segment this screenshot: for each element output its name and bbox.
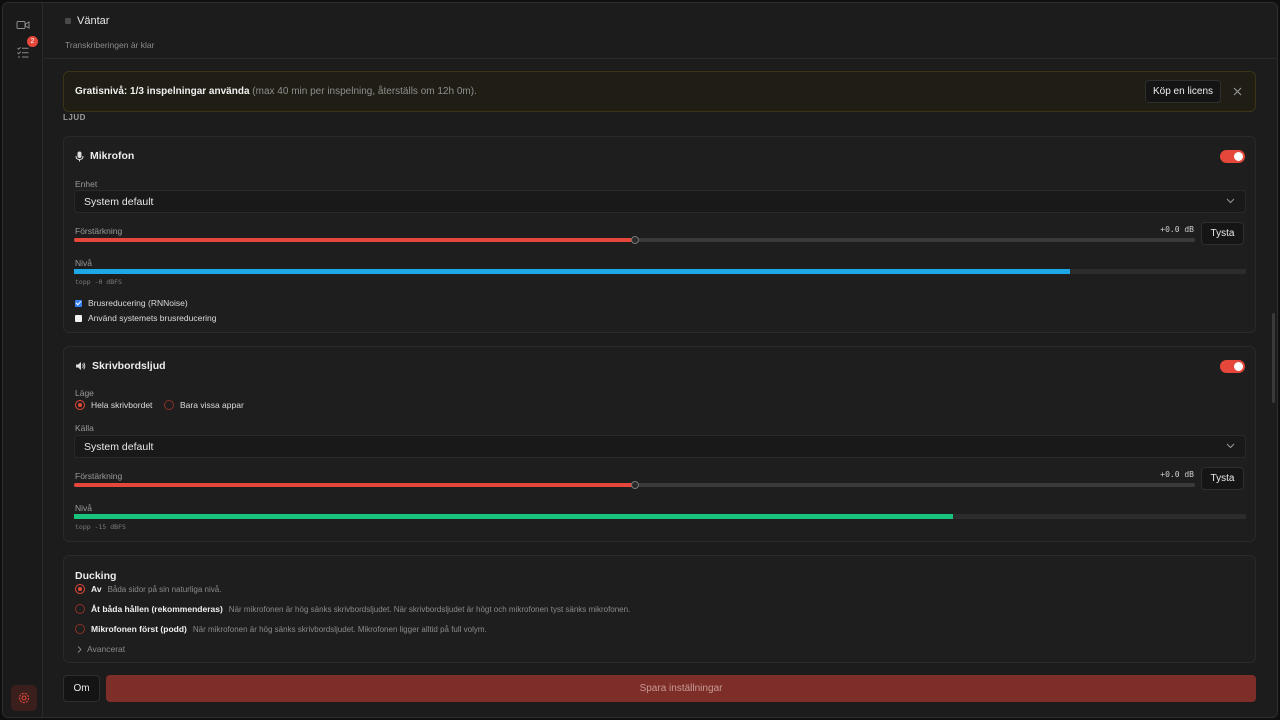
desktop-mute-button[interactable]: Tysta <box>1201 467 1244 490</box>
desktop-audio-title: Skrivbordsljud <box>75 360 166 372</box>
video-camera-icon[interactable] <box>13 15 33 35</box>
radio-unselected[interactable] <box>164 400 174 410</box>
desktop-level-meter <box>74 514 1246 519</box>
speaker-icon <box>76 362 86 370</box>
mic-level-fill <box>74 269 1071 274</box>
checkbox-unchecked[interactable] <box>75 314 82 322</box>
close-icon <box>1233 87 1241 95</box>
desktop-level-fill <box>74 514 953 519</box>
sidebar-rail: 2 <box>3 3 43 717</box>
buy-license-button[interactable]: Köp en licens <box>1145 80 1221 103</box>
ducking-option-label: Mikrofonen först (podd) <box>91 624 187 634</box>
about-button[interactable]: Om <box>63 675 100 702</box>
device-label: Enhet <box>75 179 98 189</box>
mode-option-some-apps[interactable]: Bara vissa appar <box>164 400 244 410</box>
ducking-option-off[interactable]: Av Båda sidor på sin naturliga nivå. <box>75 584 221 594</box>
scrollbar[interactable] <box>1272 313 1275 403</box>
desktop-peak-readout: topp -15 dBFS <box>75 523 126 531</box>
banner-muted-text: (max 40 min per inspelning, återställs o… <box>252 86 477 97</box>
mic-gain-fill <box>74 238 635 242</box>
save-settings-button[interactable]: Spara inställningar <box>106 675 1256 702</box>
ducking-option-mic-first[interactable]: Mikrofonen först (podd) När mikrofonen ä… <box>75 624 487 634</box>
source-label: Källa <box>75 423 94 433</box>
source-select-value: System default <box>84 441 154 453</box>
mic-gain-label: Förstärkning <box>75 226 123 236</box>
desktop-audio-title-text: Skrivbordsljud <box>92 360 166 372</box>
microphone-title-text: Mikrofon <box>90 150 135 162</box>
noise-reduction-checkbox[interactable]: Brusreducering (RNNoise) <box>75 298 188 308</box>
mic-mute-button[interactable]: Tysta <box>1201 222 1244 245</box>
mic-gain-readout: +0.0 dB <box>1160 225 1194 234</box>
desktop-level-label: Nivå <box>75 503 93 513</box>
desktop-gain-thumb[interactable] <box>630 481 639 489</box>
system-noise-label: Använd systemets brusreducering <box>88 313 217 323</box>
chevron-down-icon <box>1226 198 1235 204</box>
mic-peak-readout: topp -0 dBFS <box>75 278 122 286</box>
banner-strong-text: Gratisnivå: 1/3 inspelningar använda <box>75 86 250 97</box>
free-tier-banner: Gratisnivå: 1/3 inspelningar använda (ma… <box>63 71 1256 112</box>
mode-option-label: Hela skrivbordet <box>91 400 153 410</box>
ducking-option-desc: Båda sidor på sin naturliga nivå. <box>107 584 222 594</box>
radio-selected[interactable] <box>75 400 85 410</box>
device-select-value: System default <box>84 196 154 208</box>
advanced-label: Avancerat <box>87 644 126 654</box>
ducking-title: Ducking <box>75 570 117 582</box>
mic-level-label: Nivå <box>75 258 93 268</box>
mode-option-label: Bara vissa appar <box>180 400 244 410</box>
radio-unselected[interactable] <box>75 624 85 634</box>
microphone-title: Mikrofon <box>75 150 134 162</box>
mic-gain-slider[interactable] <box>74 236 1195 244</box>
checkbox-checked[interactable] <box>75 299 82 307</box>
radio-selected[interactable] <box>75 584 85 594</box>
system-noise-checkbox[interactable]: Använd systemets brusreducering <box>75 313 217 323</box>
status-subtitle: Transkriberingen är klar <box>65 40 155 50</box>
mic-level-meter <box>74 269 1246 274</box>
app-window: 2 Väntar Transkriberingen är klar Gratis… <box>2 2 1278 718</box>
ducking-option-both-ways[interactable]: Åt båda hållen (rekommenderas) När mikro… <box>75 604 630 614</box>
status-header: Väntar Transkriberingen är klar <box>44 3 1277 59</box>
mic-gain-thumb[interactable] <box>630 236 639 244</box>
advanced-toggle[interactable]: Avancerat <box>77 644 125 654</box>
banner-text: Gratisnivå: 1/3 inspelningar använda (ma… <box>75 86 477 97</box>
settings-button[interactable] <box>11 685 37 711</box>
source-select[interactable]: System default <box>74 435 1246 458</box>
status-title: Väntar <box>77 15 110 27</box>
chevron-down-icon <box>1226 443 1235 449</box>
mode-option-whole-desktop[interactable]: Hela skrivbordet <box>75 400 152 410</box>
radio-unselected[interactable] <box>75 604 85 614</box>
chevron-right-icon <box>77 645 82 653</box>
device-select[interactable]: System default <box>74 190 1246 213</box>
close-banner-button[interactable] <box>1230 84 1244 98</box>
microphone-toggle[interactable] <box>1220 150 1245 163</box>
desktop-gain-label: Förstärkning <box>75 471 123 481</box>
desktop-gain-slider[interactable] <box>74 481 1195 489</box>
desktop-audio-card: Skrivbordsljud Läge Hela skrivbordet Bar… <box>63 346 1256 542</box>
desktop-gain-readout: +0.0 dB <box>1160 470 1194 479</box>
settings-icon <box>18 692 30 704</box>
mode-label: Läge <box>75 388 94 398</box>
noise-reduction-label: Brusreducering (RNNoise) <box>88 298 188 308</box>
ducking-option-desc: När mikrofonen är hög sänks skrivbordslj… <box>192 624 487 634</box>
status-indicator <box>65 18 71 24</box>
microphone-card: Mikrofon Enhet System default Förstärkni… <box>63 136 1256 333</box>
desktop-gain-fill <box>74 483 635 487</box>
ducking-option-desc: När mikrofonen är hög sänks skrivbordslj… <box>228 604 631 614</box>
ducking-card: Ducking Av Båda sidor på sin naturliga n… <box>63 555 1256 663</box>
ducking-option-label: Åt båda hållen (rekommenderas) <box>91 604 223 614</box>
section-label-audio: LJUD <box>63 113 86 122</box>
desktop-audio-toggle[interactable] <box>1220 360 1245 373</box>
notification-badge: 2 <box>27 36 38 47</box>
microphone-icon <box>75 151 84 161</box>
ducking-option-label: Av <box>91 584 102 594</box>
